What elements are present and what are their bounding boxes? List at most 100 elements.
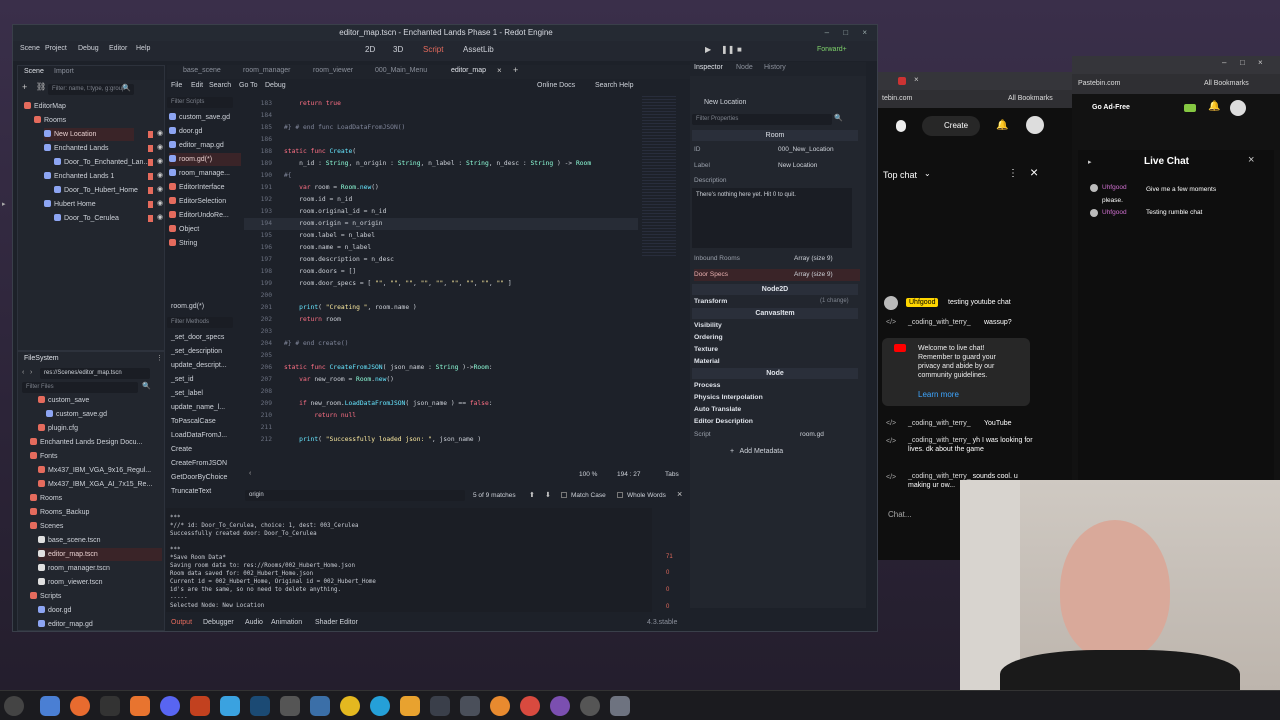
code-line[interactable]: 190 #{ [244,170,638,182]
scene-tree-item[interactable]: Door_To_Enchanted_Lan... [54,156,149,169]
tab-animation[interactable]: Animation [271,619,302,626]
script-list-item[interactable]: editor_map.gd [169,139,241,152]
tab-debugger[interactable]: Debugger [203,619,234,626]
indent-mode[interactable]: Tabs [665,471,679,478]
files-icon[interactable] [40,696,60,716]
property-id[interactable]: ID 000_New_Location [694,144,860,156]
property-value[interactable]: Array (size 9) [794,269,833,281]
script-menu-goto[interactable]: Go To [239,82,258,89]
code-line[interactable]: 210 return null [244,410,638,422]
url-bar[interactable]: Pastebin.com [1078,80,1120,87]
chat-input[interactable]: Chat... [888,510,912,519]
section-auto-translate[interactable]: Auto Translate [694,406,741,413]
code-line[interactable]: 201 print( "Creating ", room.name ) [244,302,638,314]
property-label-row[interactable]: Label New Location [694,160,860,172]
code-line[interactable]: 191 var room = Room.new() [244,182,638,194]
file-item[interactable]: door.gd [38,604,162,617]
script-list-item[interactable]: EditorUndoRe... [169,209,241,222]
minimap[interactable] [642,96,676,256]
filesystem-filter[interactable]: Filter Files [22,382,138,393]
file-item[interactable]: room_manager.tscn [38,562,162,575]
scene-tree-item[interactable]: Enchanted Lands 1 [44,170,134,183]
prev-match-icon[interactable]: ⬆ [529,491,535,499]
tab-node[interactable]: Node [736,64,753,71]
property-inbound-rooms[interactable]: Inbound Rooms Array (size 9) [694,253,860,265]
code-line[interactable]: 183 return true [244,98,638,110]
method-list-item[interactable]: ToPascalCase [171,415,241,428]
script-menu-search[interactable]: Search [209,82,231,89]
collapse-icon[interactable]: ▸ [1088,158,1092,166]
browser-tab-icon[interactable] [898,77,906,85]
add-tab-icon[interactable]: + [513,65,518,75]
code-line[interactable]: 204 #} # end create() [244,338,638,350]
bookmarks-label[interactable]: All Bookmarks [1008,95,1053,102]
menu-scene[interactable]: Scene [20,45,40,52]
code-line[interactable]: 202 return room [244,314,638,326]
avatar[interactable] [1026,116,1044,134]
tab-inspector[interactable]: Inspector [694,64,723,71]
app-icon[interactable] [460,696,480,716]
code-line[interactable]: 189 n_id : String, n_origin : String, n_… [244,158,638,170]
workspace-3d[interactable]: 3D [393,45,403,54]
terminal-icon[interactable] [100,696,120,716]
code-line[interactable]: 192 room.id = n_id [244,194,638,206]
visibility-icon[interactable]: ◉ [157,213,163,221]
section-editor-description[interactable]: Editor Description [694,418,753,425]
close-chat-icon[interactable]: × [1030,164,1038,180]
script-list-item[interactable]: room_manage... [169,167,241,180]
link-icon[interactable]: ⛓ [36,82,46,91]
property-value[interactable]: 000_New_Location [778,144,834,156]
menu-project[interactable]: Project [45,45,67,52]
code-line[interactable]: 200 [244,290,638,302]
file-item[interactable]: Scripts [30,590,162,603]
scene-tree-item[interactable]: Hubert Home [44,198,134,211]
section-process[interactable]: Process [694,382,720,389]
script-icon[interactable] [148,187,153,194]
property-value[interactable]: room.gd [800,429,824,441]
tab-import[interactable]: Import [54,68,74,75]
window-close-icon[interactable]: × [1258,58,1263,67]
blender-icon[interactable] [490,696,510,716]
section-texture[interactable]: Texture [694,346,718,353]
code-line[interactable]: 205 [244,350,638,362]
section-material[interactable]: Material [694,358,720,365]
scene-tree-item[interactable]: Door_To_Cerulea [54,212,134,225]
script-list-item[interactable]: EditorInterface [169,181,241,194]
app-icon[interactable] [370,696,390,716]
workspace-2d[interactable]: 2D [365,45,375,54]
code-line[interactable]: 185 #} # end func LoadDataFromJSON() [244,122,638,134]
title-bar[interactable]: editor_map.tscn - Enchanted Lands Phase … [13,25,877,41]
script-tab[interactable]: room_manager [243,67,290,74]
code-line[interactable]: 195 room.label = n_label [244,230,638,242]
method-list-item[interactable]: GetDoorByChoice [171,471,241,484]
online-docs-button[interactable]: Online Docs [537,82,575,89]
bell-icon[interactable]: 🔔 [1208,101,1220,112]
scene-tree-item[interactable]: New Location [44,128,134,141]
method-list-item[interactable]: TruncateText [171,485,241,498]
code-line[interactable]: 211 [244,422,638,434]
method-list-item[interactable]: CreateFromJSON [171,457,241,470]
url-bar[interactable]: tebin.com [882,95,912,102]
tab-output[interactable]: Output [171,619,192,626]
method-list-item[interactable]: _set_door_specs [171,331,241,344]
chrome-icon[interactable] [340,696,360,716]
method-list-item[interactable]: _set_description [171,345,241,358]
whole-words-checkbox[interactable] [617,492,623,498]
description-textarea[interactable]: There's nothing here yet. Hit 0 to quit. [692,188,852,248]
verbose-badge[interactable]: 0 [666,604,669,610]
go-ad-free-link[interactable]: Go Ad-Free [1092,104,1130,111]
file-item[interactable]: Scenes [30,520,162,533]
close-tab-icon[interactable]: × [914,75,919,84]
window-controls[interactable]: – □ × [825,25,873,41]
zoom-label[interactable]: 100 % [579,471,597,478]
property-script[interactable]: Script room.gd [694,429,860,441]
visibility-icon[interactable]: ◉ [157,157,163,165]
visibility-icon[interactable]: ◉ [157,143,163,151]
section-transform[interactable]: Transform [694,298,727,305]
method-list-item[interactable]: Create [171,443,241,456]
visibility-icon[interactable]: ◉ [157,185,163,193]
close-tab-icon[interactable]: × [497,66,502,75]
code-line[interactable]: 196 room.name = n_label [244,242,638,254]
file-item[interactable]: editor_map.gd [38,618,162,630]
app-icon[interactable] [220,696,240,716]
